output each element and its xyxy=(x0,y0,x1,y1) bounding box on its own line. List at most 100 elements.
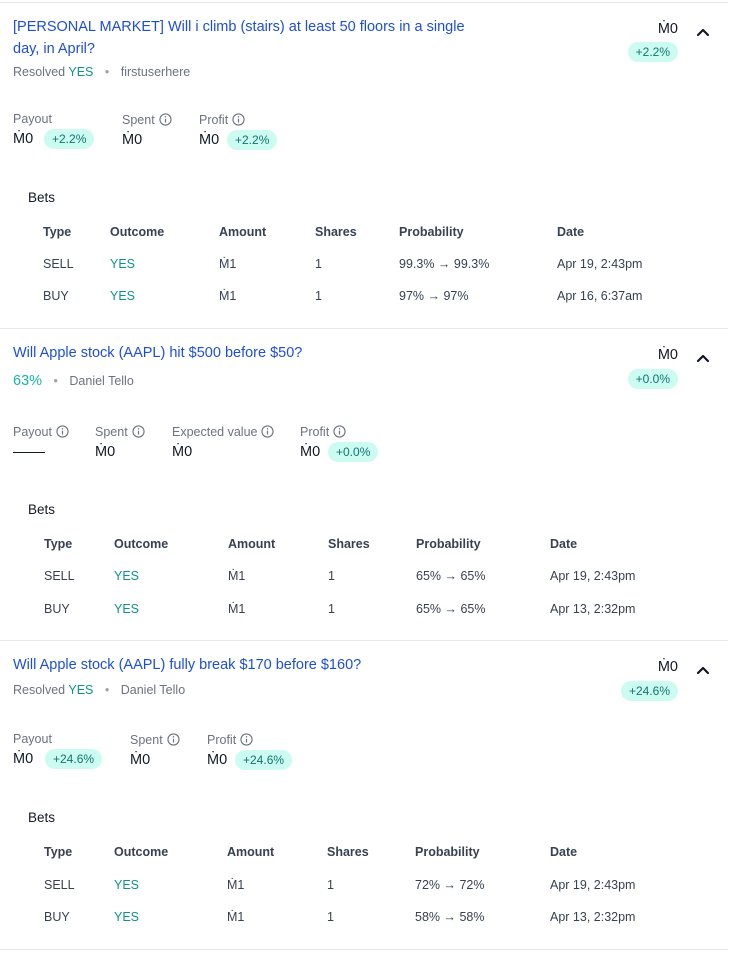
profit-change-badge: +24.6% xyxy=(235,750,293,770)
bet-shares: 1 xyxy=(327,910,334,924)
col-amount: Amount xyxy=(227,845,275,859)
payout-empty-dash xyxy=(13,452,45,453)
market-value: Ṁ0 xyxy=(657,21,678,37)
bet-shares: 1 xyxy=(315,257,322,271)
divider xyxy=(0,949,728,950)
creator-name[interactable]: Daniel Tello xyxy=(121,683,185,697)
payout-label: Payout xyxy=(13,112,52,126)
divider xyxy=(0,640,728,641)
market-status: Resolved YES • Daniel Tello xyxy=(13,683,185,697)
bet-date: Apr 19, 2:43pm xyxy=(550,878,636,892)
spent-label: Spent xyxy=(130,733,180,747)
market-status: Resolved YES • firstuserhere xyxy=(13,65,190,79)
profit-label: Profit xyxy=(300,425,346,439)
col-type: Type xyxy=(44,845,73,859)
profit-change-badge: +2.2% xyxy=(227,130,278,150)
market-value: Ṁ0 xyxy=(657,659,678,675)
col-outcome: Outcome xyxy=(110,225,165,239)
bet-probability: 97% → 97% xyxy=(399,289,469,303)
bet-amount: Ṁ1 xyxy=(228,602,246,616)
bet-probability: 72% → 72% xyxy=(415,878,485,892)
spent-value: Ṁ0 xyxy=(95,444,116,460)
bet-shares: 1 xyxy=(327,878,334,892)
payout-value: Ṁ0 xyxy=(13,751,34,767)
bet-date: Apr 13, 2:32pm xyxy=(550,910,636,924)
market-status: 63% • Daniel Tello xyxy=(13,373,134,389)
bet-probability: 99.3% → 99.3% xyxy=(399,257,490,271)
payout-change-badge: +24.6% xyxy=(45,749,103,769)
status-prefix: Resolved xyxy=(13,65,66,79)
bet-shares: 1 xyxy=(328,602,335,616)
chevron-up-icon[interactable] xyxy=(695,662,711,678)
separator-dot: • xyxy=(53,374,58,388)
separator-dot: • xyxy=(104,65,110,79)
spent-label: Spent xyxy=(122,113,172,127)
bets-heading: Bets xyxy=(28,502,56,517)
profit-value: Ṁ0 xyxy=(300,444,321,460)
info-icon[interactable] xyxy=(333,425,346,438)
payout-label: Payout xyxy=(13,425,69,439)
divider xyxy=(0,328,728,329)
divider xyxy=(0,2,728,3)
bet-amount: Ṁ1 xyxy=(228,569,246,583)
col-outcome: Outcome xyxy=(114,845,169,859)
col-probability: Probability xyxy=(416,537,481,551)
bet-outcome: YES xyxy=(110,289,136,303)
market-title[interactable]: Will Apple stock (AAPL) fully break $170… xyxy=(13,654,483,676)
market-change-badge: +0.0% xyxy=(627,369,678,389)
info-icon[interactable] xyxy=(232,113,245,126)
info-icon[interactable] xyxy=(132,425,145,438)
payout-change-badge: +2.2% xyxy=(44,129,95,149)
col-outcome: Outcome xyxy=(114,537,169,551)
spent-value: Ṁ0 xyxy=(130,752,151,768)
bet-date: Apr 16, 6:37am xyxy=(557,289,643,303)
info-icon[interactable] xyxy=(240,733,253,746)
spent-label: Spent xyxy=(95,425,145,439)
status-value: YES xyxy=(68,683,94,697)
bet-outcome: YES xyxy=(110,257,136,271)
bets-heading: Bets xyxy=(28,190,56,205)
chevron-up-icon[interactable] xyxy=(695,24,711,40)
bet-date: Apr 19, 2:43pm xyxy=(550,569,636,583)
expected-value: Ṁ0 xyxy=(172,444,193,460)
info-icon[interactable] xyxy=(159,113,172,126)
market-title[interactable]: [PERSONAL MARKET] Will i climb (stairs) … xyxy=(13,16,483,60)
payout-value: Ṁ0 xyxy=(13,131,34,147)
bet-outcome: YES xyxy=(114,878,140,892)
market-probability: 63% xyxy=(13,373,43,389)
bet-type: BUY xyxy=(43,289,69,303)
bet-date: Apr 19, 2:43pm xyxy=(557,257,643,271)
col-amount: Amount xyxy=(219,225,267,239)
col-probability: Probability xyxy=(399,225,464,239)
spent-value: Ṁ0 xyxy=(122,132,143,148)
bet-type: SELL xyxy=(44,569,75,583)
bet-probability: 65% → 65% xyxy=(416,569,486,583)
chevron-up-icon[interactable] xyxy=(695,350,711,366)
col-shares: Shares xyxy=(327,845,369,859)
info-icon[interactable] xyxy=(167,733,180,746)
col-amount: Amount xyxy=(228,537,276,551)
bet-shares: 1 xyxy=(315,289,322,303)
bet-outcome: YES xyxy=(114,602,140,616)
col-date: Date xyxy=(557,225,585,239)
col-shares: Shares xyxy=(328,537,370,551)
bet-probability: 65% → 65% xyxy=(416,602,486,616)
col-date: Date xyxy=(550,537,578,551)
col-probability: Probability xyxy=(415,845,480,859)
creator-name[interactable]: firstuserhere xyxy=(121,65,190,79)
col-date: Date xyxy=(550,845,578,859)
profit-value: Ṁ0 xyxy=(207,752,228,768)
info-icon[interactable] xyxy=(261,425,275,438)
creator-name[interactable]: Daniel Tello xyxy=(69,374,133,388)
bet-type: SELL xyxy=(43,257,74,271)
bet-date: Apr 13, 2:32pm xyxy=(550,602,636,616)
bet-outcome: YES xyxy=(114,569,140,583)
bet-amount: Ṁ1 xyxy=(219,289,237,303)
payout-label: Payout xyxy=(13,732,52,746)
market-title[interactable]: Will Apple stock (AAPL) hit $500 before … xyxy=(13,342,483,364)
col-type: Type xyxy=(43,225,72,239)
info-icon[interactable] xyxy=(56,425,69,438)
status-prefix: Resolved xyxy=(13,683,66,697)
expected-value-label: Expected value xyxy=(172,425,275,439)
market-change-badge: +24.6% xyxy=(620,681,678,701)
